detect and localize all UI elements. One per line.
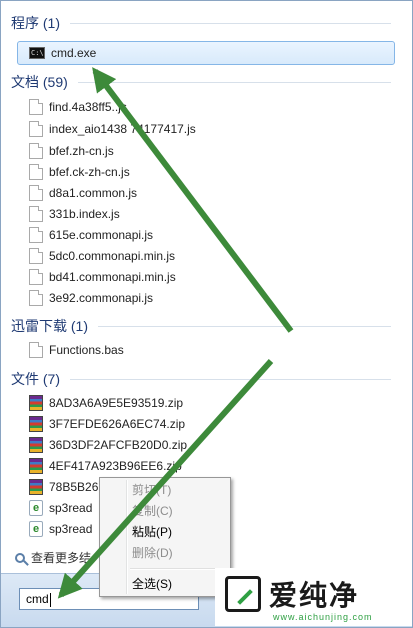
document-icon: [29, 121, 43, 137]
result-zip-file[interactable]: 4EF417A923B96EE6.zip: [29, 456, 182, 476]
ie-document-icon: e: [29, 500, 43, 516]
result-sp3read-file[interactable]: e sp3read: [29, 519, 92, 539]
result-document[interactable]: bfef.ck-zh-cn.js: [29, 162, 130, 182]
document-icon: [29, 227, 43, 243]
result-sp3read-file[interactable]: e sp3read: [29, 498, 92, 518]
menu-item-paste[interactable]: 粘贴(P): [132, 522, 172, 542]
result-document[interactable]: 5dc0.commonapi.min.js: [29, 246, 175, 266]
result-document[interactable]: 615e.commonapi.js: [29, 225, 153, 245]
result-document[interactable]: bfef.zh-cn.js: [29, 141, 114, 161]
result-document[interactable]: find.4a38ff5..js: [29, 97, 127, 117]
winrar-archive-icon: [29, 395, 43, 411]
menu-separator: [130, 568, 226, 570]
result-document[interactable]: 3e92.commonapi.js: [29, 288, 153, 308]
watermark-logo-icon: [225, 576, 261, 612]
result-document[interactable]: d8a1.common.js: [29, 183, 137, 203]
document-icon: [29, 143, 43, 159]
document-icon: [29, 185, 43, 201]
document-icon: [29, 342, 43, 358]
see-more-results-link[interactable]: 查看更多结: [15, 549, 91, 566]
document-icon: [29, 206, 43, 222]
winrar-archive-icon: [29, 458, 43, 474]
ie-document-icon: e: [29, 521, 43, 537]
winrar-archive-icon: [29, 479, 43, 495]
document-icon: [29, 269, 43, 285]
result-functions-bas[interactable]: Functions.bas: [29, 340, 124, 360]
document-icon: [29, 164, 43, 180]
result-zip-file[interactable]: 36D3DF2AFCFB20D0.zip: [29, 435, 187, 455]
document-icon: [29, 290, 43, 306]
menu-item-copy[interactable]: 复制(C): [132, 501, 173, 521]
winrar-archive-icon: [29, 416, 43, 432]
document-icon: [29, 99, 43, 115]
magnifier-icon: [15, 552, 25, 563]
text-caret: [49, 592, 51, 607]
menu-item-cut[interactable]: 剪切(T): [132, 480, 171, 500]
result-zip-file[interactable]: 3F7EFDE626A6EC74.zip: [29, 414, 185, 434]
result-zip-file[interactable]: 78B5B26: [29, 477, 98, 497]
document-icon: [29, 248, 43, 264]
cmd-icon: C:\: [29, 47, 45, 59]
result-document[interactable]: 331b.index.js: [29, 204, 120, 224]
menu-item-delete[interactable]: 删除(D): [132, 543, 173, 563]
winrar-archive-icon: [29, 437, 43, 453]
group-header-files: 文件 (7): [11, 369, 391, 389]
result-cmd-exe[interactable]: C:\ cmd.exe: [29, 43, 96, 63]
start-menu-search-results: 程序 (1) C:\ cmd.exe 文档 (59) find.4a38ff5.…: [0, 0, 413, 628]
group-header-programs: 程序 (1): [11, 13, 391, 33]
result-document[interactable]: index_aio1438 74177417.js: [29, 119, 196, 139]
menu-item-select-all[interactable]: 全选(S): [132, 574, 172, 594]
group-header-xunlei-downloads: 迅雷下载 (1): [11, 316, 391, 336]
watermark: 爱纯净 www.aichunjing.com: [215, 568, 412, 626]
result-document[interactable]: bd41.commonapi.min.js: [29, 267, 176, 287]
context-menu: 剪切(T) 复制(C) 粘贴(P) 删除(D) 全选(S): [99, 477, 231, 597]
result-zip-file[interactable]: 8AD3A6A9E5E93519.zip: [29, 393, 183, 413]
group-header-documents: 文档 (59): [11, 72, 391, 92]
